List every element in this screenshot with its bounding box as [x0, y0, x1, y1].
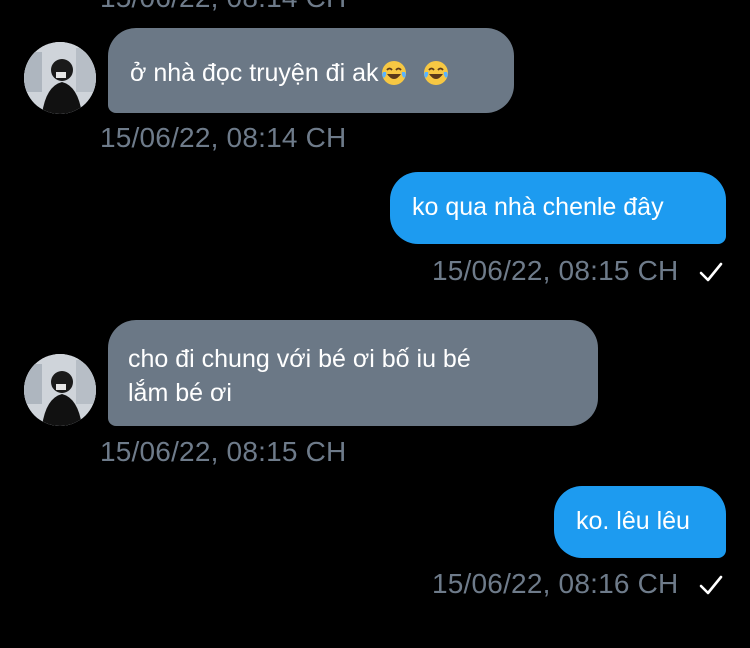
message-text-line: lắm bé ơi [128, 379, 232, 407]
message-timestamp: 15/06/22, 08:14 CH [100, 0, 346, 14]
read-check-icon [699, 575, 723, 595]
avatar-photo-icon [24, 354, 96, 426]
laughing-emoji-icon [423, 60, 449, 86]
outgoing-message-bubble[interactable]: ko. lêu lêu [554, 486, 726, 558]
message-text: ko. lêu lêu [576, 507, 690, 535]
message-timestamp: 15/06/22, 08:14 CH [100, 122, 347, 153]
read-check-icon [699, 262, 723, 282]
incoming-message-bubble[interactable]: cho đi chung với bé ơi bố iu bé lắm bé ơ… [108, 320, 598, 426]
outgoing-message-bubble[interactable]: ko qua nhà chenle đây [390, 172, 726, 244]
laughing-emoji-icon [381, 60, 407, 86]
message-timestamp: 15/06/22, 08:15 CH [100, 436, 347, 467]
incoming-message-bubble[interactable]: ở nhà đọc truyện đi ak [108, 28, 514, 113]
avatar-photo-icon [24, 42, 96, 114]
message-timestamp: 15/06/22, 08:15 CH [432, 255, 679, 286]
message-text: ở nhà đọc truyện đi ak [130, 59, 379, 87]
avatar[interactable] [24, 42, 96, 114]
avatar[interactable] [24, 354, 96, 426]
message-text-line: cho đi chung với bé ơi bố iu bé [128, 345, 471, 373]
message-text: ko qua nhà chenle đây [412, 193, 664, 221]
message-timestamp: 15/06/22, 08:16 CH [432, 568, 679, 599]
